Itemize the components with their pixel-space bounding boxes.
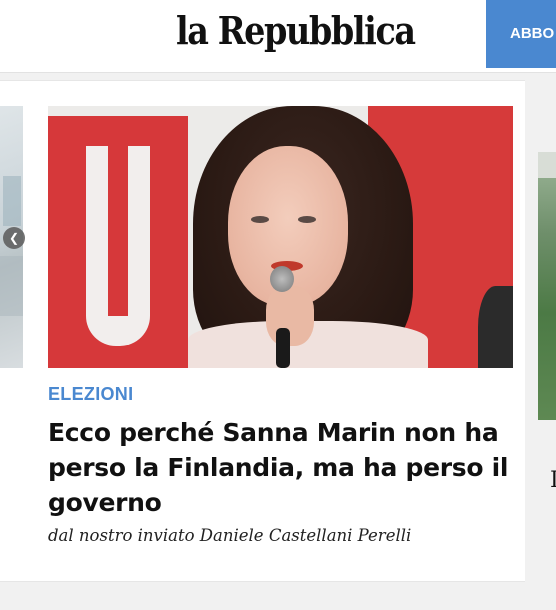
site-header: la Repubblica ABBO (0, 0, 556, 73)
subscribe-button[interactable]: ABBO (486, 0, 556, 68)
featured-article-card[interactable]: ELEZIONI Ecco perché Sanna Marin non ha … (48, 106, 513, 545)
article-headline[interactable]: Ecco perché Sanna Marin non ha perso la … (48, 415, 518, 520)
article-section-label[interactable]: ELEZIONI (48, 384, 513, 405)
chevron-left-icon[interactable]: ❮ (3, 227, 25, 249)
microphone-icon (270, 266, 294, 292)
site-logo[interactable]: la Repubblica (176, 8, 416, 53)
news-carousel: ❮ ELEZIONI Ecco perché Sanna Marin non h… (0, 80, 525, 582)
article-byline: dal nostro inviato Daniele Castellani Pe… (48, 526, 412, 545)
next-slide-headline[interactable]: I (550, 468, 556, 493)
article-photo[interactable] (48, 106, 513, 368)
next-slide-image[interactable] (538, 152, 556, 420)
